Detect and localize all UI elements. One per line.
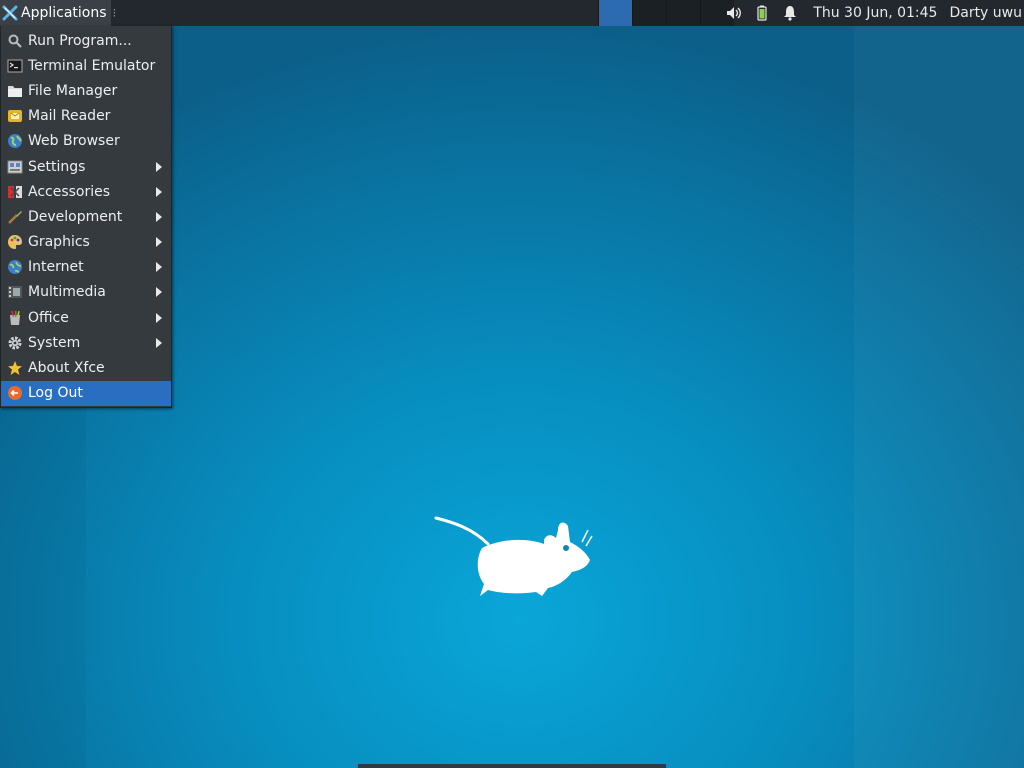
menu-item-label: System: [28, 334, 81, 351]
menu-item-development[interactable]: Development: [1, 204, 171, 229]
menu-item-label: File Manager: [28, 82, 118, 99]
menu-item-run-program[interactable]: Run Program...: [1, 28, 171, 53]
gear-icon: [8, 336, 22, 350]
office-icon: [10, 310, 20, 325]
menu-item-graphics[interactable]: Graphics: [1, 230, 171, 255]
user-menu[interactable]: Darty uwu: [949, 5, 1022, 21]
workspace-1[interactable]: [598, 0, 632, 26]
submenu-arrow-icon: [156, 337, 162, 348]
accessories-icon: [8, 185, 22, 198]
volume-icon[interactable]: [725, 4, 743, 22]
multimedia-icon: [8, 286, 22, 299]
mail-icon: [8, 110, 22, 123]
submenu-arrow-icon: [156, 186, 162, 197]
menu-item-system[interactable]: System: [1, 330, 171, 355]
desktop-band-right: [854, 26, 1024, 768]
menu-item-label: Internet: [28, 259, 84, 276]
search-icon: [8, 34, 22, 48]
applications-label: Applications: [21, 5, 107, 21]
menu-item-internet[interactable]: Internet: [1, 255, 171, 280]
submenu-arrow-icon: [156, 312, 162, 323]
globe-icon: [8, 134, 22, 149]
menu-item-label: Development: [28, 208, 123, 225]
menu-item-label: Log Out: [28, 385, 83, 402]
menu-item-accessories[interactable]: Accessories: [1, 179, 171, 204]
star-icon: [8, 361, 22, 376]
menu-item-mail-reader[interactable]: Mail Reader: [1, 104, 171, 129]
workspace-3[interactable]: [666, 0, 700, 26]
menu-item-terminal-emulator[interactable]: Terminal Emulator: [1, 53, 171, 78]
menu-item-multimedia[interactable]: Multimedia: [1, 280, 171, 305]
menu-item-about-xfce[interactable]: About Xfce: [1, 355, 171, 380]
menu-item-web-browser[interactable]: Web Browser: [1, 129, 171, 154]
panel-separator-handle: ⁝: [112, 6, 117, 20]
notification-bell-icon[interactable]: [781, 4, 799, 22]
internet-globe-icon: [8, 260, 22, 275]
workspace-2[interactable]: [632, 0, 666, 26]
menu-item-label: Web Browser: [28, 133, 120, 150]
applications-menu-button[interactable]: Applications: [0, 0, 111, 26]
submenu-arrow-icon: [156, 211, 162, 222]
menu-item-file-manager[interactable]: File Manager: [1, 78, 171, 103]
xfce-mouse-logo: [434, 516, 593, 596]
menu-item-log-out[interactable]: Log Out: [1, 380, 171, 406]
menu-item-settings[interactable]: Settings: [1, 154, 171, 179]
workspace-switcher: [598, 0, 734, 26]
bottom-dock-strip: [358, 764, 666, 768]
submenu-arrow-icon: [156, 262, 162, 273]
menu-item-label: Run Program...: [28, 32, 132, 49]
menu-item-label: Mail Reader: [28, 108, 111, 125]
graphics-palette-icon: [8, 235, 22, 250]
system-tray: Thu 30 Jun, 01:45 Darty uwu: [720, 0, 1024, 26]
top-panel: Applications ⁝ Thu 30 Jun, 01:45 Darty u…: [0, 0, 1024, 26]
clock[interactable]: Thu 30 Jun, 01:45: [813, 5, 937, 21]
folder-icon: [8, 85, 22, 97]
settings-icon: [7, 160, 23, 174]
submenu-arrow-icon: [156, 237, 162, 248]
menu-item-label: Terminal Emulator: [28, 57, 156, 74]
menu-item-label: Multimedia: [28, 284, 106, 301]
terminal-icon: [7, 59, 23, 73]
submenu-arrow-icon: [156, 161, 162, 172]
menu-item-office[interactable]: Office: [1, 305, 171, 330]
menu-item-label: Office: [28, 309, 69, 326]
menu-item-label: Graphics: [28, 234, 90, 251]
battery-icon[interactable]: [753, 4, 771, 22]
menu-item-label: Settings: [28, 158, 86, 175]
applications-menu: Run Program... Terminal Emulator File Ma…: [0, 26, 172, 408]
log-out-icon: [8, 386, 22, 401]
menu-item-label: Accessories: [28, 183, 111, 200]
menu-item-label: About Xfce: [28, 360, 105, 377]
xfce-logo-icon: [2, 5, 18, 21]
development-icon: [8, 210, 22, 224]
submenu-arrow-icon: [156, 287, 162, 298]
